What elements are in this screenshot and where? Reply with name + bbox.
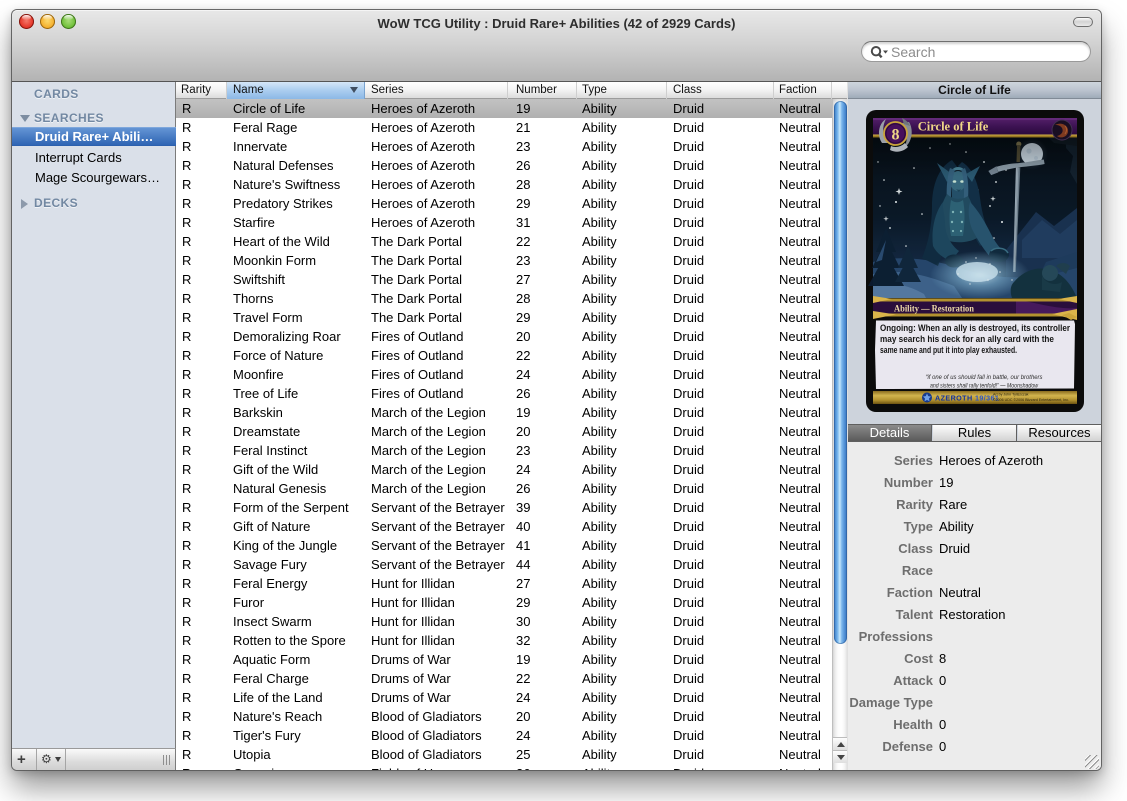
svg-text:©2006 UDC ©2006 Blizzard Enter: ©2006 UDC ©2006 Blizzard Entertainment, … (993, 398, 1069, 402)
svg-text:AZEROTH 19/361: AZEROTH 19/361 (935, 393, 999, 402)
svg-text:Ongoing: When an ally is destr: Ongoing: When an ally is destroyed, its … (880, 322, 1070, 333)
svg-text:Circle of Life: Circle of Life (918, 120, 989, 134)
svg-text:Art by John Tyliszczak: Art by John Tyliszczak (993, 393, 1029, 397)
svg-text:may search his deck for an all: may search his deck for an ally card wit… (880, 333, 1054, 344)
svg-text:Ability — Restoration: Ability — Restoration (894, 305, 975, 315)
svg-text:and sisters shall rally tenfol: and sisters shall rally tenfold!” — Moon… (930, 382, 1039, 389)
svg-text:same name and put it into play: same name and put it into play exhausted… (880, 344, 1017, 355)
svg-text:8: 8 (892, 127, 900, 144)
svg-text:“if one of us should fall in b: “if one of us should fall in battle, our… (926, 374, 1044, 381)
